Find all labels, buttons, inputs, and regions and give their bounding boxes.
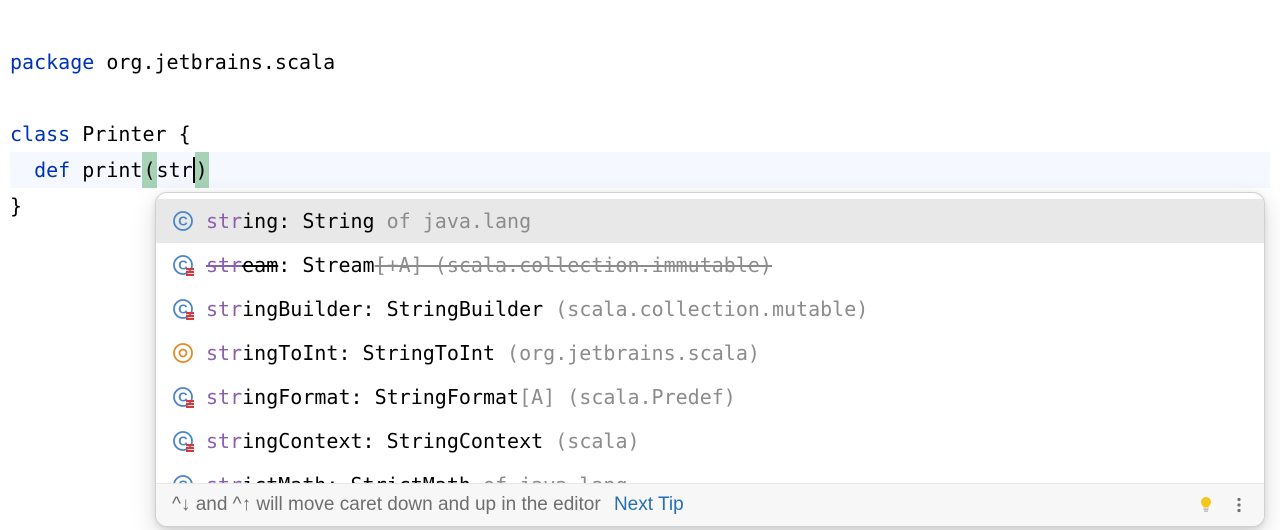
completion-item[interactable]: C strictMath: StrictMath of java.lang: [156, 463, 1264, 483]
completion-item[interactable]: stringToInt: StringToInt (org.jetbrains.…: [156, 331, 1264, 375]
keyword-def: def: [34, 158, 70, 182]
completion-text: stream: Stream[+A] (scala.collection.imm…: [206, 249, 1248, 281]
open-brace: {: [179, 122, 191, 146]
completion-text: stringBuilder: StringBuilder (scala.coll…: [206, 293, 1248, 325]
class-icon: C: [172, 210, 194, 232]
completion-text: strictMath: StrictMath of java.lang: [206, 469, 1248, 483]
completion-footer: ^↓ and ^↑ will move caret down and up in…: [156, 483, 1264, 526]
more-icon[interactable]: [1230, 496, 1248, 514]
bulb-icon[interactable]: [1196, 495, 1216, 515]
next-tip-link[interactable]: Next Tip: [614, 494, 684, 515]
class-name: Printer: [82, 122, 166, 146]
typed-text: str: [157, 158, 193, 182]
close-paren: ): [195, 152, 209, 188]
class-scala-icon: C: [172, 386, 194, 408]
method-name: print: [82, 158, 142, 182]
code-line-1: package org.jetbrains.scala: [10, 50, 335, 74]
svg-text:C: C: [178, 258, 188, 273]
completion-text: stringContext: StringContext (scala): [206, 425, 1248, 457]
svg-text:C: C: [178, 214, 188, 229]
completion-item[interactable]: C stringFormat: StringFormat[A] (scala.P…: [156, 375, 1264, 419]
completion-item[interactable]: C string: String of java.lang: [156, 199, 1264, 243]
svg-text:C: C: [178, 478, 188, 484]
completion-list[interactable]: C string: String of java.lang C stream: …: [156, 193, 1264, 483]
caret: [193, 157, 195, 183]
open-paren: (: [142, 152, 156, 188]
class-scala-icon: C: [172, 254, 194, 276]
svg-text:C: C: [178, 390, 188, 405]
current-line: def print(str): [10, 152, 1270, 188]
completion-popup: C string: String of java.lang C stream: …: [155, 192, 1265, 527]
completion-item[interactable]: C stringBuilder: StringBuilder (scala.co…: [156, 287, 1264, 331]
completion-item[interactable]: C stringContext: StringContext (scala): [156, 419, 1264, 463]
svg-text:C: C: [178, 434, 188, 449]
completion-text: stringToInt: StringToInt (org.jetbrains.…: [206, 337, 1248, 369]
class-orange-icon: [172, 342, 194, 364]
code-line-3: class Printer {: [10, 122, 191, 146]
completion-item[interactable]: C stream: Stream[+A] (scala.collection.i…: [156, 243, 1264, 287]
completion-text: stringFormat: StringFormat[A] (scala.Pre…: [206, 381, 1248, 413]
class-scala-icon: C: [172, 298, 194, 320]
completion-text: string: String of java.lang: [206, 205, 1248, 237]
keyword-package: package: [10, 50, 94, 74]
keyword-class: class: [10, 122, 70, 146]
class-scala-icon: C: [172, 474, 194, 483]
footer-hint: ^↓ and ^↑ will move caret down and up in…: [172, 494, 1196, 516]
close-brace: }: [10, 194, 22, 218]
package-name: org.jetbrains.scala: [106, 50, 335, 74]
class-scala-icon: C: [172, 430, 194, 452]
svg-text:C: C: [178, 302, 188, 317]
